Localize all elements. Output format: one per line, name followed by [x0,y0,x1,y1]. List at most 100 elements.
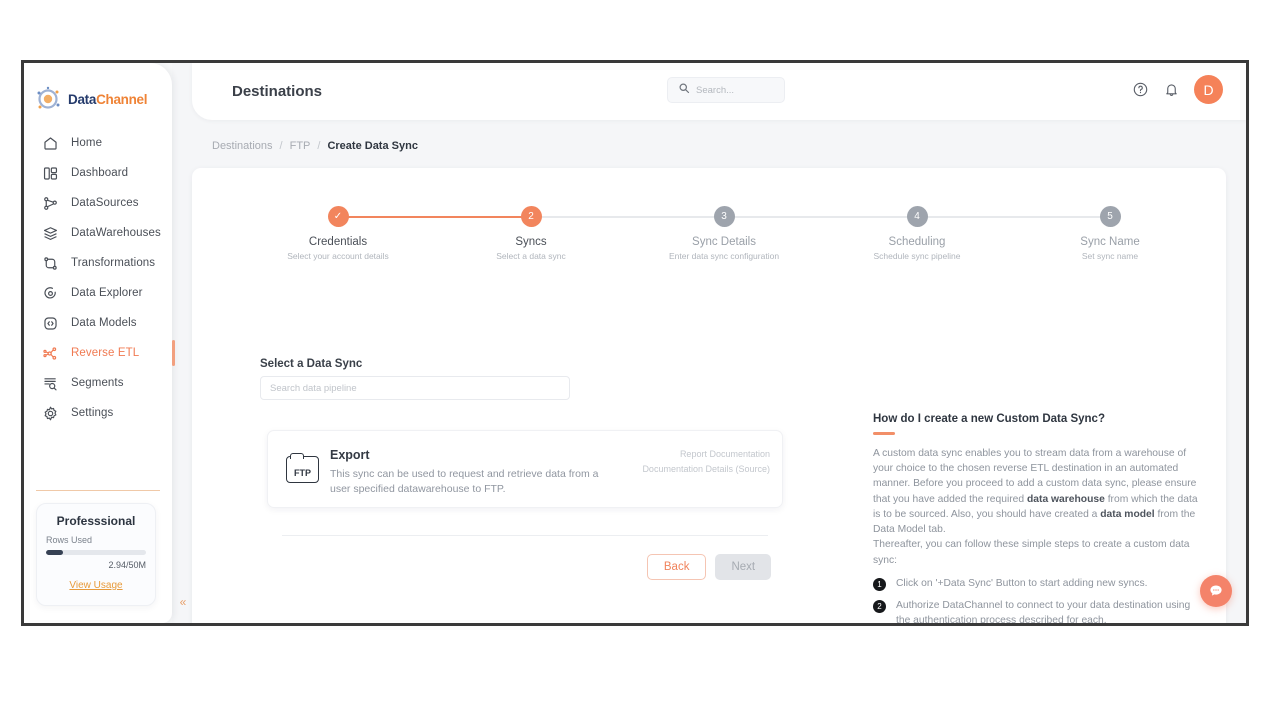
documentation-details-link[interactable]: Documentation Details (Source) [642,462,770,477]
breadcrumb-item-ftp[interactable]: FTP [290,140,311,152]
step-subtitle: Select your account details [287,251,389,261]
plan-usage-card: Professsional Rows Used 2.94/50M View Us… [36,503,156,606]
help-circle-icon[interactable] [1132,81,1149,98]
data-models-icon [42,315,59,332]
plan-name: Professsional [56,514,136,528]
report-documentation-link[interactable]: Report Documentation [642,447,770,462]
search-icon [678,81,690,99]
main-content: Destinations Search... D Destinations / … [172,63,1246,623]
pipeline-search-input[interactable]: Search data pipeline [260,376,570,400]
sidebar: DataChannel Home Dashboard DataSources D… [24,63,175,623]
select-data-sync-label: Select a Data Sync [260,358,363,370]
sidebar-item-home[interactable]: Home [24,128,172,158]
breadcrumb-item-destinations[interactable]: Destinations [212,140,273,152]
sidebar-item-data-models[interactable]: Data Models [24,308,172,338]
rows-used-label: Rows Used [46,535,93,545]
help-heading: How do I create a new Custom Data Sync? [873,413,1105,425]
pipeline-search-placeholder: Search data pipeline [270,382,357,394]
step-bead: 3 [713,206,735,227]
breadcrumb-separator: / [317,140,321,152]
step-subtitle: Schedule sync pipeline [873,251,961,261]
breadcrumb-item-create-data-sync: Create Data Sync [327,140,418,152]
step-subtitle: Set sync name [1081,251,1139,261]
datachannel-logo-icon [35,86,61,112]
step-bead: 4 [906,206,928,227]
help-step-number: 1 [873,577,886,591]
help-p1-bold-warehouse: data warehouse [1027,493,1105,505]
reverse-etl-icon [42,345,59,362]
brand-name: DataChannel [68,91,148,107]
sidebar-nav: Home Dashboard DataSources DataWarehouse… [24,128,175,428]
sidebar-item-label: DataSources [71,197,139,209]
segments-icon [42,375,59,392]
search-placeholder: Search... [696,84,735,96]
datasources-icon [42,195,59,212]
bell-icon[interactable] [1163,81,1180,98]
step-title: Credentials [308,236,368,248]
search-input[interactable]: Search... [667,77,785,103]
step-subtitle: Select a data sync [496,251,566,261]
sidebar-item-dashboard[interactable]: Dashboard [24,158,172,188]
sync-option-title: Export [330,448,370,462]
settings-icon [42,405,59,422]
stepper-connector-1 [338,216,531,218]
usage-progress-bar [46,550,146,555]
brand-name-part1: Data [68,91,97,107]
data-explorer-icon [42,285,59,302]
divider [282,535,768,536]
step-credentials[interactable]: ✓ Credentials Select your account detail… [253,206,423,261]
brand-logo[interactable]: DataChannel [24,63,172,112]
breadcrumb: Destinations / FTP / Create Data Sync [212,140,418,152]
sidebar-item-label: Dashboard [71,167,129,179]
sidebar-item-settings[interactable]: Settings [24,398,172,428]
avatar[interactable]: D [1194,75,1223,104]
next-button[interactable]: Next [715,554,772,580]
sync-option-description: This sync can be used to request and ret… [330,468,599,496]
sync-option-export[interactable]: FTP Export This sync can be used to requ… [267,430,783,508]
datawarehouses-icon [42,225,59,242]
collapse-sidebar-button[interactable]: « [174,593,192,611]
app-window: DataChannel Home Dashboard DataSources D… [21,60,1249,626]
help-paragraph-1: A custom data sync enables you to stream… [873,446,1198,537]
help-step-item: 2 Authorize DataChannel to connect to you… [873,599,1198,626]
step-bead: 5 [1099,206,1121,227]
sidebar-divider [36,490,160,491]
step-scheduling[interactable]: 4 Scheduling Schedule sync pipeline [832,206,1002,261]
sidebar-item-reverse-etl[interactable]: Reverse ETL [24,338,175,368]
step-sync-name[interactable]: 5 Sync Name Set sync name [1025,206,1195,261]
step-syncs[interactable]: 2 Syncs Select a data sync [446,206,616,261]
stepper-connector-2 [531,216,724,218]
help-accent-rule [873,432,895,435]
help-step-item: 1 Click on '+Data Sync' Button to start a… [873,577,1198,592]
wizard-card: ✓ Credentials Select your account detail… [192,168,1226,626]
breadcrumb-separator: / [279,140,283,152]
sidebar-item-data-explorer[interactable]: Data Explorer [24,278,172,308]
step-sync-details[interactable]: 3 Sync Details Enter data sync configura… [639,206,809,261]
sidebar-item-segments[interactable]: Segments [24,368,172,398]
sidebar-item-label: Data Models [71,317,137,329]
help-step-text: Authorize DataChannel to connect to your… [896,599,1191,626]
dashboard-icon [42,165,59,182]
wizard-stepper: ✓ Credentials Select your account detail… [192,206,1226,276]
sidebar-item-label: Settings [71,407,114,419]
view-usage-link[interactable]: View Usage [69,580,122,591]
step-title: Syncs [515,236,547,248]
transformations-icon [42,255,59,272]
top-bar-actions: D [1132,75,1223,104]
usage-value: 2.94/50M [108,560,146,570]
sidebar-item-datasources[interactable]: DataSources [24,188,172,218]
chat-bubble-icon[interactable] [1200,575,1232,607]
help-p1-bold-model: data model [1100,508,1155,520]
sidebar-item-label: Home [71,137,103,149]
step-subtitle: Enter data sync configuration [668,251,780,261]
help-step-text: Click on '+Data Sync' Button to start ad… [896,577,1148,589]
sidebar-item-transformations[interactable]: Transformations [24,248,172,278]
top-bar: Destinations Search... D [192,63,1246,120]
back-button[interactable]: Back [646,554,707,580]
page-title: Destinations [232,83,323,100]
sidebar-item-label: Data Explorer [71,287,143,299]
step-title: Sync Name [1080,236,1140,248]
stepper-connector-3 [724,216,917,218]
step-title: Sync Details [692,236,756,248]
sidebar-item-datawarehouses[interactable]: DataWarehouses [24,218,172,248]
